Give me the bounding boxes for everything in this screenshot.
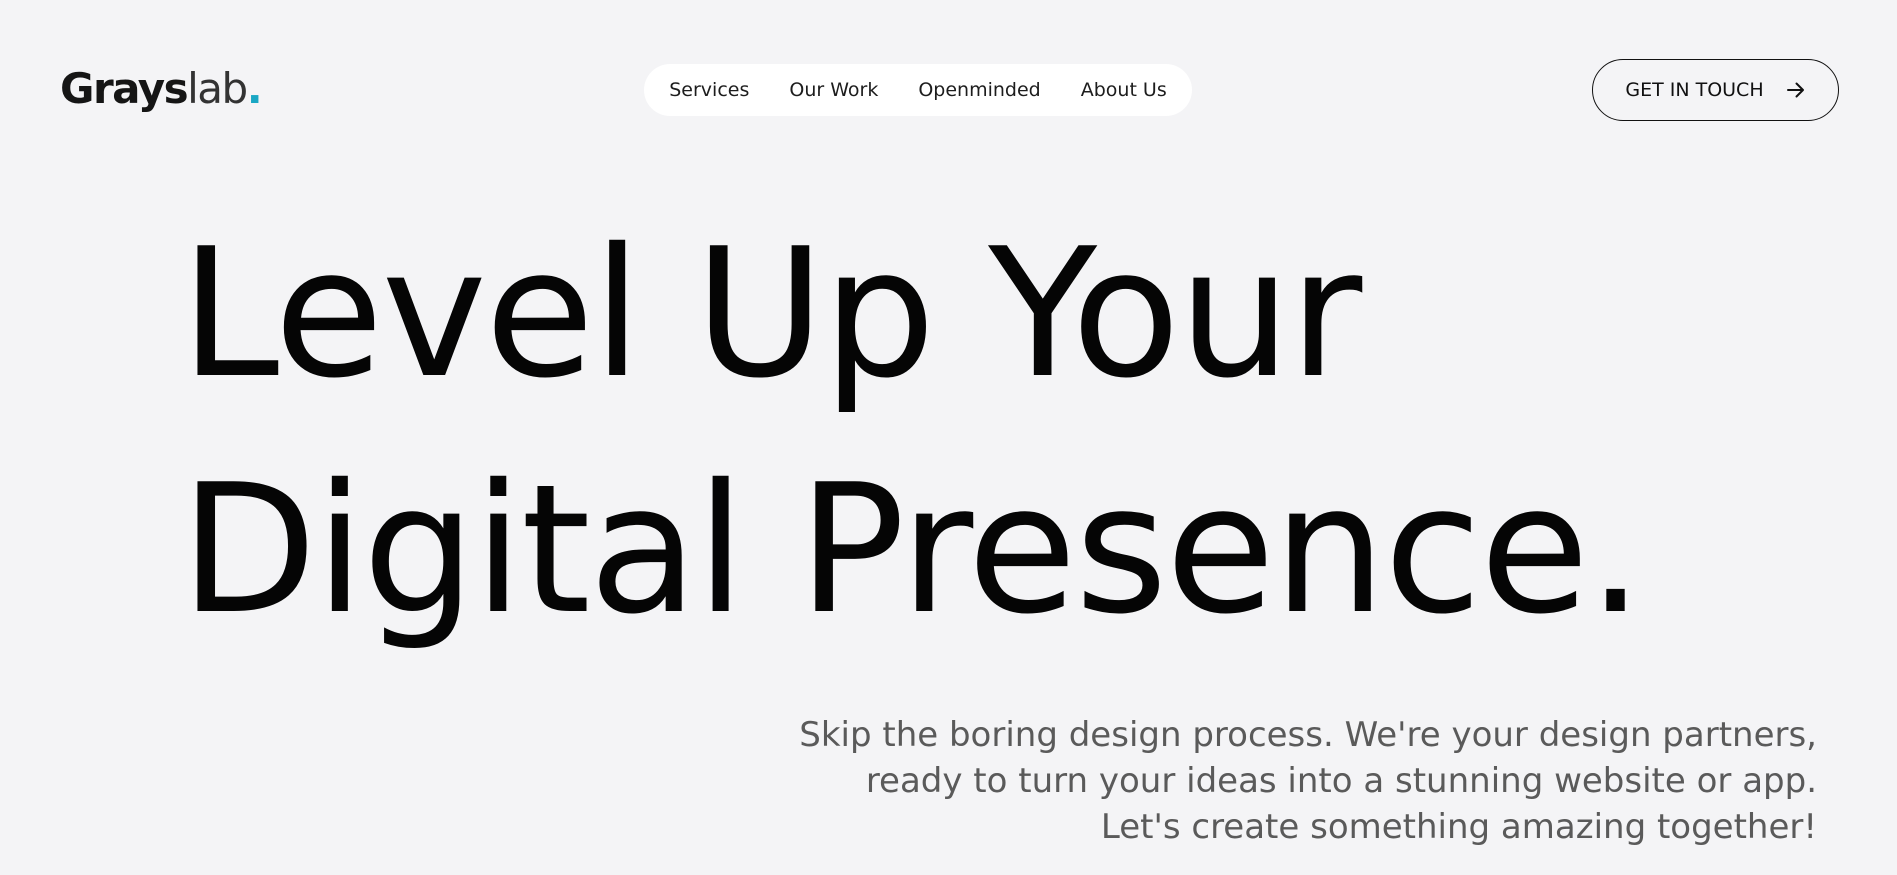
hero-heading: Level Up Your Digital Presence.: [180, 196, 1740, 668]
hero-subtitle-line-3: Let's create something amazing together!: [1100, 807, 1817, 847]
hero-heading-line-1: Level Up Your: [180, 210, 1362, 417]
hero-subtitle: Skip the boring design process. We're yo…: [717, 712, 1817, 850]
nav-item-about-us[interactable]: About Us: [1061, 79, 1187, 101]
nav-item-our-work[interactable]: Our Work: [769, 79, 898, 101]
arrow-right-icon: [1786, 81, 1806, 99]
brand-dot: .: [246, 64, 263, 113]
hero-subtitle-line-1: Skip the boring design process. We're yo…: [799, 715, 1817, 755]
brand-name-bold: Grays: [60, 64, 189, 113]
get-in-touch-button[interactable]: GET IN TOUCH: [1592, 59, 1839, 121]
nav-item-services[interactable]: Services: [649, 79, 769, 101]
hero-heading-line-2: Digital Presence.: [180, 446, 1644, 653]
main-navigation: Services Our Work Openminded About Us: [644, 64, 1192, 116]
nav-item-openminded[interactable]: Openminded: [898, 79, 1060, 101]
brand-name-light: lab: [187, 64, 248, 113]
get-in-touch-label: GET IN TOUCH: [1625, 79, 1764, 101]
hero-subtitle-line-2: ready to turn your ideas into a stunning…: [865, 761, 1817, 801]
brand-logo[interactable]: Grayslab.: [60, 64, 263, 114]
